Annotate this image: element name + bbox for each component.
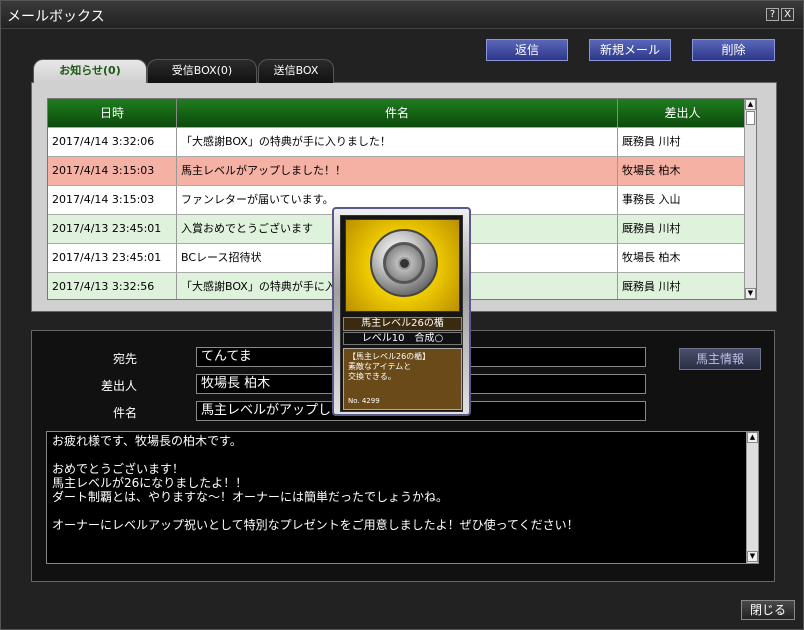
item-description: 【馬主レベル26の楯】 素敵なアイテムと 交換できる。 No. 4299 [343, 348, 462, 410]
row-date: 2017/4/13 23:45:01 [48, 215, 177, 243]
table-row[interactable]: 2017/4/14 3:15:03 馬主レベルがアップしました！！ 牧場長 柏木 [48, 156, 746, 185]
owner-info-button[interactable]: 馬主情報 [679, 348, 761, 370]
table-row[interactable]: 2017/4/14 3:32:06 「大感謝BOX」の特典が手に入りました！ 厩務員… [48, 127, 746, 156]
row-sender: 牧場長 柏木 [618, 244, 746, 272]
shield-ring [383, 242, 425, 284]
subject-label: 件名 [112, 406, 137, 420]
row-sender: 牧場長 柏木 [618, 157, 746, 185]
scroll-down-icon[interactable]: ▼ [745, 288, 756, 299]
item-level: レベル10 合成○ [343, 332, 462, 345]
scroll-up-icon[interactable]: ▲ [745, 99, 756, 110]
title-bar: メールボックス ? X [1, 1, 803, 29]
row-sender: 厩務員 川村 [618, 215, 746, 243]
window-close-button[interactable]: X [781, 8, 794, 21]
row-sender: 事務長 入山 [618, 186, 746, 214]
reply-button[interactable]: 返信 [486, 39, 568, 61]
row-subject: 馬主レベルがアップしました！！ [177, 157, 618, 185]
item-image [345, 219, 460, 312]
item-number: No. 4299 [348, 397, 380, 405]
row-date: 2017/4/14 3:15:03 [48, 157, 177, 185]
from-label: 差出人 [100, 379, 137, 393]
tab-notices[interactable]: お知らせ(0) [33, 59, 147, 83]
column-header-sender[interactable]: 差出人 [618, 99, 747, 127]
item-card-inner: 馬主レベル26の楯 レベル10 合成○ 【馬主レベル26の楯】 素敵なアイテムと… [340, 215, 463, 412]
row-subject: 「大感謝BOX」の特典が手に入りました！ [177, 128, 618, 156]
close-button[interactable]: 閉じる [741, 600, 795, 620]
row-sender: 厩務員 川村 [618, 273, 746, 299]
tab-sent[interactable]: 送信BOX [258, 59, 334, 83]
mail-body-text: お疲れ様です、牧場長の柏木です。 おめでとうございます！ 馬主レベルが26になり… [52, 434, 579, 532]
shield-center [398, 257, 411, 270]
item-name: 馬主レベル26の楯 [343, 317, 462, 331]
row-date: 2017/4/14 3:32:06 [48, 128, 177, 156]
body-scrollbar[interactable]: ▲ ▼ [746, 432, 758, 563]
list-scrollbar[interactable]: ▲ ▼ [744, 99, 756, 299]
row-sender: 厩務員 川村 [618, 128, 746, 156]
row-date: 2017/4/13 23:45:01 [48, 244, 177, 272]
shield-icon [370, 229, 438, 297]
item-card-tooltip: 馬主レベル26の楯 レベル10 合成○ 【馬主レベル26の楯】 素敵なアイテムと… [332, 207, 471, 416]
mail-body[interactable]: お疲れ様です、牧場長の柏木です。 おめでとうございます！ 馬主レベルが26になり… [46, 431, 759, 564]
scroll-thumb[interactable] [746, 111, 755, 125]
window-title: メールボックス [7, 9, 105, 25]
row-date: 2017/4/13 3:32:56 [48, 273, 177, 299]
delete-button[interactable]: 削除 [692, 39, 775, 61]
table-header: 日時 件名 差出人 [48, 99, 756, 127]
item-description-text: 【馬主レベル26の楯】 素敵なアイテムと 交換できる。 [348, 352, 431, 381]
new-mail-button[interactable]: 新規メール [589, 39, 671, 61]
column-header-subject[interactable]: 件名 [177, 99, 618, 127]
column-header-date[interactable]: 日時 [48, 99, 177, 127]
body-scroll-down-icon[interactable]: ▼ [747, 551, 758, 562]
to-label: 宛先 [112, 352, 137, 366]
row-date: 2017/4/14 3:15:03 [48, 186, 177, 214]
mailbox-window: メールボックス ? X 返信 新規メール 削除 お知らせ(0) 受信BOX(0)… [0, 0, 804, 630]
body-scroll-up-icon[interactable]: ▲ [747, 432, 758, 443]
tab-inbox[interactable]: 受信BOX(0) [147, 59, 257, 83]
help-button[interactable]: ? [766, 8, 779, 21]
